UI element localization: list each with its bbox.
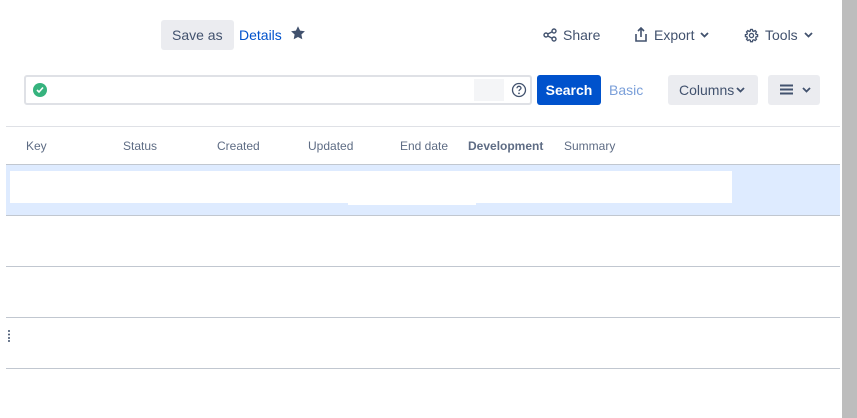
table-row[interactable] xyxy=(6,267,840,318)
column-header-summary[interactable]: Summary xyxy=(564,127,615,165)
issue-table: Key Status Created Updated End date Deve… xyxy=(6,126,840,369)
columns-button[interactable]: Columns xyxy=(668,75,758,105)
column-header-key[interactable]: Key xyxy=(26,127,47,165)
chevron-down-icon xyxy=(804,32,813,38)
export-button[interactable]: Export xyxy=(634,20,710,50)
toolbar: Save as Details Share Export Tools xyxy=(0,20,842,50)
column-header-status[interactable]: Status xyxy=(123,127,157,165)
chevron-down-icon xyxy=(736,87,745,93)
view-menu-button[interactable] xyxy=(768,75,820,105)
column-header-development[interactable]: Development xyxy=(468,127,543,165)
search-input[interactable] xyxy=(24,75,532,105)
scrollbar-thumb[interactable] xyxy=(842,0,857,418)
row-content xyxy=(348,189,476,205)
table-row[interactable] xyxy=(6,165,840,216)
export-label: Export xyxy=(654,27,695,43)
drag-handle-icon[interactable] xyxy=(8,330,10,342)
tools-button[interactable]: Tools xyxy=(744,20,813,50)
table-row[interactable] xyxy=(6,318,840,369)
chevron-down-icon xyxy=(700,32,710,38)
save-as-button[interactable]: Save as xyxy=(161,20,234,50)
help-icon[interactable] xyxy=(511,82,527,98)
basic-search-link[interactable]: Basic xyxy=(609,75,643,105)
chevron-down-icon xyxy=(802,87,811,93)
table-header: Key Status Created Updated End date Deve… xyxy=(6,126,840,165)
share-icon xyxy=(543,28,557,42)
gear-icon xyxy=(744,28,759,42)
search-row: Search Basic Columns xyxy=(0,74,842,106)
tools-label: Tools xyxy=(765,27,798,43)
columns-label: Columns xyxy=(679,82,735,98)
details-link[interactable]: Details xyxy=(239,20,282,50)
column-header-created[interactable]: Created xyxy=(217,127,260,165)
search-button[interactable]: Search xyxy=(537,75,601,105)
input-fade xyxy=(474,79,504,101)
table-row[interactable] xyxy=(6,216,840,267)
scrollbar-track[interactable] xyxy=(842,0,857,418)
column-header-updated[interactable]: Updated xyxy=(308,127,353,165)
share-button[interactable]: Share xyxy=(543,20,600,50)
export-icon xyxy=(635,27,647,42)
star-icon[interactable] xyxy=(290,25,306,41)
share-label: Share xyxy=(563,27,601,43)
check-icon xyxy=(33,83,47,97)
column-header-end-date[interactable]: End date xyxy=(400,127,448,165)
hamburger-icon xyxy=(780,84,793,95)
